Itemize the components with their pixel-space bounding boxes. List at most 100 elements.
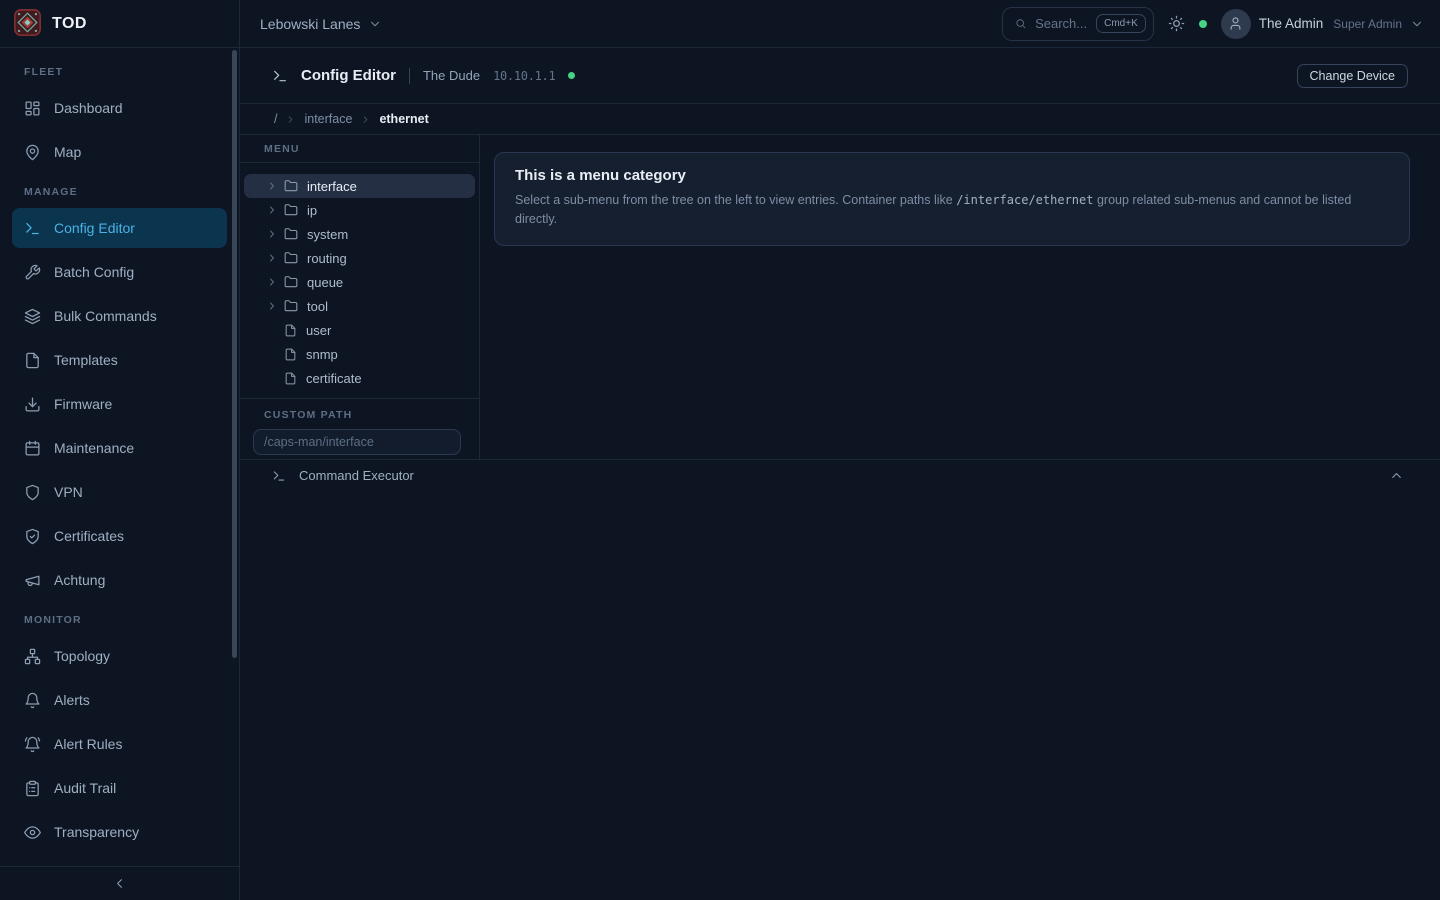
tree-item-label: routing bbox=[307, 251, 347, 266]
tree-item-label: ip bbox=[307, 203, 317, 218]
sidebar-item-batch-config[interactable]: Batch Config bbox=[12, 252, 227, 292]
device-status-dot bbox=[568, 72, 575, 79]
section-label-fleet: FLEET bbox=[12, 66, 227, 78]
wrench-icon bbox=[24, 264, 41, 281]
eye-icon bbox=[24, 824, 41, 841]
device-ip: 10.10.1.1 bbox=[493, 69, 555, 83]
tree-item-routing[interactable]: routing bbox=[244, 246, 475, 270]
sidebar-scrollbar[interactable] bbox=[232, 50, 237, 658]
bell-icon bbox=[24, 692, 41, 709]
sidebar-item-firmware[interactable]: Firmware bbox=[12, 384, 227, 424]
sidebar-item-label: Firmware bbox=[54, 396, 112, 412]
chevron-right-icon bbox=[360, 114, 371, 125]
theme-toggle-button[interactable] bbox=[1168, 15, 1185, 32]
breadcrumb-interface[interactable]: interface bbox=[304, 112, 352, 126]
chevron-right-icon bbox=[266, 300, 278, 312]
user-role: Super Admin bbox=[1333, 17, 1402, 31]
sidebar-item-bulk-commands[interactable]: Bulk Commands bbox=[12, 296, 227, 336]
sidebar-item-label: VPN bbox=[54, 484, 83, 500]
search-icon bbox=[1015, 16, 1026, 31]
chevron-up-icon[interactable] bbox=[1389, 468, 1404, 483]
tree-item-certificate[interactable]: certificate bbox=[244, 366, 475, 390]
org-switcher[interactable]: Lebowski Lanes bbox=[260, 16, 382, 32]
chevron-down-icon bbox=[1410, 17, 1424, 31]
sidebar-item-transparency[interactable]: Transparency bbox=[12, 812, 227, 852]
sidebar-item-label: Dashboard bbox=[54, 100, 123, 116]
sidebar-collapse-button[interactable] bbox=[0, 866, 239, 900]
breadcrumb-current: ethernet bbox=[379, 112, 428, 126]
download-icon bbox=[24, 396, 41, 413]
sidebar-item-label: Audit Trail bbox=[54, 780, 116, 796]
custom-path-label: CUSTOM PATH bbox=[252, 409, 467, 421]
tree-item-ip[interactable]: ip bbox=[244, 198, 475, 222]
sidebar-item-maintenance[interactable]: Maintenance bbox=[12, 428, 227, 468]
file-icon bbox=[24, 352, 41, 369]
main-area: Lebowski Lanes Search... Cmd+K The Admin… bbox=[240, 0, 1440, 900]
sidebar-item-label: Alerts bbox=[54, 692, 90, 708]
sidebar-item-topology[interactable]: Topology bbox=[12, 636, 227, 676]
sidebar-item-alerts[interactable]: Alerts bbox=[12, 680, 227, 720]
chevron-right-icon bbox=[266, 228, 278, 240]
shield-icon bbox=[24, 484, 41, 501]
shield-check-icon bbox=[24, 528, 41, 545]
chevron-right-icon bbox=[266, 252, 278, 264]
search-input[interactable]: Search... Cmd+K bbox=[1002, 7, 1154, 41]
user-menu[interactable]: The Admin Super Admin bbox=[1221, 9, 1424, 39]
divider bbox=[409, 68, 410, 84]
sidebar-item-certificates[interactable]: Certificates bbox=[12, 516, 227, 556]
chevron-right-icon bbox=[266, 204, 278, 216]
menu-tree: interface ip system routing bbox=[240, 163, 479, 398]
layers-icon bbox=[24, 308, 41, 325]
tree-item-user[interactable]: user bbox=[244, 318, 475, 342]
sidebar-item-alert-rules[interactable]: Alert Rules bbox=[12, 724, 227, 764]
card-title: This is a menu category bbox=[515, 167, 1389, 184]
folder-icon bbox=[284, 179, 298, 193]
terminal-icon bbox=[24, 220, 41, 237]
chevron-right-icon bbox=[266, 180, 278, 192]
empty-space bbox=[240, 491, 1440, 900]
sidebar-item-audit-trail[interactable]: Audit Trail bbox=[12, 768, 227, 808]
sidebar-item-achtung[interactable]: Achtung bbox=[12, 560, 227, 600]
sun-icon bbox=[1168, 15, 1185, 32]
tree-item-queue[interactable]: queue bbox=[244, 270, 475, 294]
breadcrumb-root[interactable]: / bbox=[274, 112, 277, 126]
device-name: The Dude bbox=[423, 68, 480, 83]
org-name: Lebowski Lanes bbox=[260, 16, 360, 32]
connection-status-dot bbox=[1199, 20, 1207, 28]
sidebar-item-label: Config Editor bbox=[54, 220, 135, 236]
tree-item-system[interactable]: system bbox=[244, 222, 475, 246]
brand-name: TOD bbox=[52, 15, 87, 33]
change-device-button[interactable]: Change Device bbox=[1297, 64, 1408, 88]
tree-item-interface[interactable]: interface bbox=[244, 174, 475, 198]
folder-icon bbox=[284, 299, 298, 313]
sidebar-item-templates[interactable]: Templates bbox=[12, 340, 227, 380]
topology-icon bbox=[24, 648, 41, 665]
sidebar-item-label: Transparency bbox=[54, 824, 139, 840]
sidebar-item-label: Topology bbox=[54, 648, 110, 664]
menu-panel-title: MENU bbox=[264, 143, 455, 155]
sidebar-item-label: Map bbox=[54, 144, 81, 160]
chevron-down-icon bbox=[368, 17, 382, 31]
sidebar-item-label: Bulk Commands bbox=[54, 308, 157, 324]
sidebar-item-vpn[interactable]: VPN bbox=[12, 472, 227, 512]
sidebar-item-label: Batch Config bbox=[54, 264, 134, 280]
sidebar-item-label: Achtung bbox=[54, 572, 105, 588]
map-pin-icon bbox=[24, 144, 41, 161]
section-label-monitor: MONITOR bbox=[12, 614, 227, 626]
custom-path-input[interactable] bbox=[253, 429, 461, 455]
command-executor-bar[interactable]: Command Executor bbox=[240, 460, 1440, 491]
folder-icon bbox=[284, 251, 298, 265]
terminal-icon bbox=[272, 469, 286, 483]
rug-diamond-logo bbox=[14, 9, 41, 39]
section-label-manage: MANAGE bbox=[12, 186, 227, 198]
terminal-icon bbox=[272, 68, 288, 84]
tree-item-tool[interactable]: tool bbox=[244, 294, 475, 318]
workspace: MENU interface ip system bbox=[240, 135, 1440, 460]
sidebar-item-dashboard[interactable]: Dashboard bbox=[12, 88, 227, 128]
tree-item-label: tool bbox=[307, 299, 328, 314]
sidebar-item-map[interactable]: Map bbox=[12, 132, 227, 172]
tree-item-snmp[interactable]: snmp bbox=[244, 342, 475, 366]
user-icon bbox=[1228, 16, 1243, 31]
sidebar-item-config-editor[interactable]: Config Editor bbox=[12, 208, 227, 248]
chevron-right-icon bbox=[285, 114, 296, 125]
